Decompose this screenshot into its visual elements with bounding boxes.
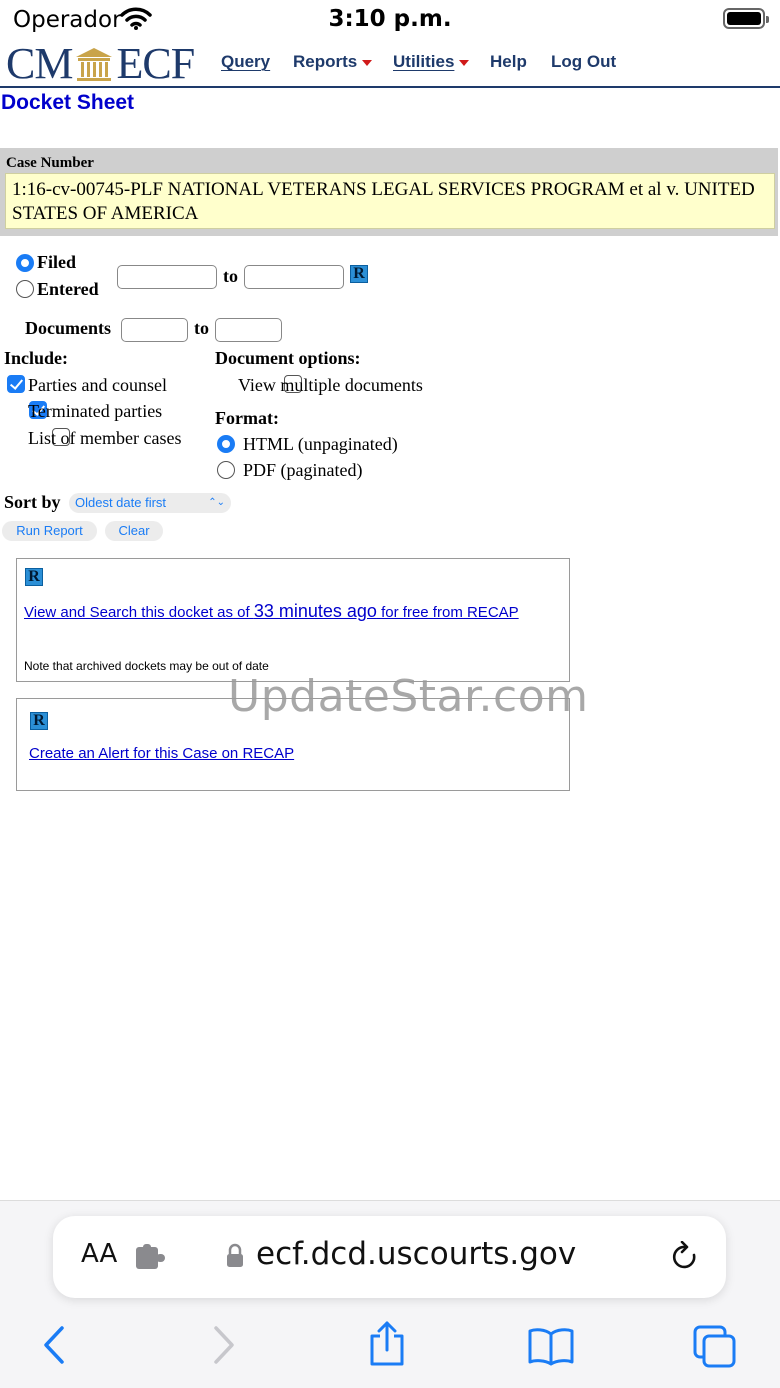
recap-icon[interactable]: R — [350, 265, 368, 283]
sort-label: Sort by — [4, 492, 61, 512]
terminated-parties-label: Terminated parties — [28, 401, 163, 421]
nav-reports-label: Reports — [293, 52, 358, 71]
extension-icon[interactable] — [135, 1244, 167, 1272]
case-number-value: 1:16-cv-00745-PLF NATIONAL VETERANS LEGA… — [5, 173, 775, 229]
nav-logout-label: Log Out — [551, 52, 617, 71]
case-number-label: Case Number — [6, 155, 94, 171]
format-html-radio[interactable] — [217, 435, 235, 453]
courthouse-icon — [76, 48, 113, 81]
tabs-icon[interactable] — [692, 1324, 738, 1368]
recap-link-suffix: for free from RECAP — [376, 604, 519, 621]
recap-alert-link[interactable]: Create an Alert for this Case on RECAP — [29, 745, 294, 762]
logo-text-left: CM — [6, 39, 73, 88]
nav-query-label: Query — [221, 52, 271, 71]
filed-label: Filed — [37, 252, 76, 272]
text-size-button[interactable]: AA — [81, 1239, 117, 1269]
status-bar: Operador 3:10 p.m. — [0, 0, 780, 40]
updown-chevron-icon: ⌃⌄ — [208, 497, 225, 508]
documents-label: Documents — [25, 318, 111, 338]
document-options-heading: Document options: — [215, 348, 361, 368]
recap-badge-letter: R — [33, 712, 45, 729]
recap-icon: R — [30, 712, 48, 730]
logo-text-right: ECF — [116, 39, 195, 88]
documents-to-label: to — [194, 318, 209, 338]
date-to-label: to — [223, 266, 238, 286]
chevron-down-icon — [362, 59, 373, 66]
share-icon[interactable] — [367, 1320, 407, 1368]
sort-select[interactable]: Oldest date first ⌃⌄ — [69, 493, 231, 513]
nav-reports[interactable]: Reports — [293, 52, 373, 72]
include-heading: Include: — [4, 348, 69, 368]
date-to-input[interactable] — [244, 265, 344, 289]
entered-label: Entered — [37, 279, 99, 299]
nav-help-label: Help — [490, 52, 527, 71]
watermark: UpdateStar.com — [228, 671, 589, 722]
reload-icon[interactable] — [670, 1241, 700, 1273]
run-report-button[interactable]: Run Report — [2, 521, 97, 541]
recap-view-link[interactable]: View and Search this docket as of 33 min… — [24, 601, 519, 622]
back-icon[interactable] — [40, 1325, 70, 1365]
clock: 3:10 p.m. — [328, 6, 452, 32]
lock-icon — [227, 1243, 243, 1267]
bookmarks-icon[interactable] — [527, 1326, 575, 1366]
recap-link-age: 33 minutes ago — [253, 601, 377, 621]
battery-icon — [723, 8, 769, 29]
recap-link-prefix: View and Search this docket as of — [24, 604, 254, 621]
documents-to-input[interactable] — [215, 318, 282, 342]
recap-badge-letter: R — [28, 568, 40, 585]
page-title: Docket Sheet — [1, 91, 135, 114]
forward-icon[interactable] — [208, 1325, 238, 1365]
url-text[interactable]: ecf.dcd.uscourts.gov — [256, 1236, 576, 1272]
view-multiple-label: View multiple documents — [238, 375, 423, 395]
chevron-down-icon — [459, 59, 470, 66]
nav-help[interactable]: Help — [490, 52, 527, 72]
entered-radio[interactable] — [16, 280, 34, 298]
format-html-label: HTML (unpaginated) — [243, 434, 398, 454]
clear-button[interactable]: Clear — [105, 521, 163, 541]
nav-utilities-label: Utilities — [393, 52, 455, 71]
format-pdf-radio[interactable] — [217, 461, 235, 479]
parties-counsel-checkbox[interactable] — [7, 375, 25, 393]
nav-utilities[interactable]: Utilities — [393, 52, 470, 72]
filed-radio[interactable] — [16, 254, 34, 272]
recap-icon: R — [25, 568, 43, 586]
format-heading: Format: — [215, 408, 279, 428]
nav-logout[interactable]: Log Out — [551, 52, 616, 72]
cmecf-logo[interactable]: CM ECF — [6, 39, 195, 88]
nav-query[interactable]: Query — [221, 52, 270, 72]
header-divider — [0, 86, 780, 88]
date-from-input[interactable] — [117, 265, 217, 289]
format-pdf-label: PDF (paginated) — [243, 460, 363, 480]
sort-selected-value: Oldest date first — [75, 495, 167, 510]
recap-badge-letter: R — [353, 265, 365, 282]
member-cases-label: List of member cases — [28, 428, 182, 448]
parties-counsel-label: Parties and counsel — [28, 375, 167, 395]
documents-from-input[interactable] — [121, 318, 188, 342]
text-size-label: AA — [81, 1239, 118, 1269]
